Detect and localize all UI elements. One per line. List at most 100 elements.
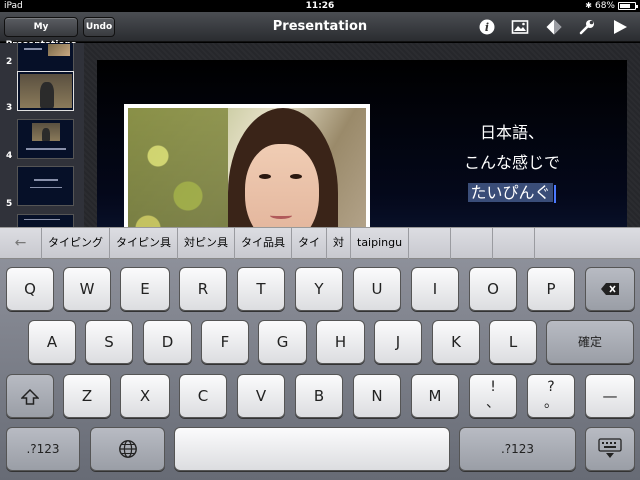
key-t[interactable]: T (237, 267, 285, 311)
candidate-slot-empty (493, 228, 536, 259)
key-q[interactable]: Q (6, 267, 54, 311)
battery-fill (620, 4, 630, 8)
slide-photo[interactable] (124, 104, 370, 227)
thumbnail-person (40, 82, 54, 108)
thumbnail-text (30, 187, 62, 188)
slide-text-line-editing: たいぴんぐ (452, 178, 572, 208)
backspace-icon (601, 283, 619, 295)
numbers-key-right[interactable]: .?123 (459, 427, 576, 471)
shapes-icon[interactable] (545, 18, 563, 36)
battery-icon (618, 2, 638, 10)
slide-number: 5 (6, 199, 13, 209)
key-n[interactable]: N (353, 374, 401, 418)
undo-button[interactable]: Undo (83, 17, 115, 37)
key-g[interactable]: G (258, 320, 307, 364)
key-v[interactable]: V (237, 374, 285, 418)
slide-thumbnail[interactable] (17, 71, 74, 111)
bluetooth-icon: ✱ (585, 1, 592, 10)
clock: 11:26 (305, 1, 335, 11)
key-o[interactable]: O (469, 267, 517, 311)
key-w[interactable]: W (63, 267, 111, 311)
document-title: Presentation (272, 19, 368, 34)
my-presentations-button[interactable]: My Presentations (4, 17, 78, 50)
key-x[interactable]: X (120, 374, 170, 418)
info-icon[interactable]: i (478, 18, 496, 36)
key-top-char: ? (547, 379, 555, 395)
key-j[interactable]: J (374, 320, 422, 364)
key-r[interactable]: R (179, 267, 227, 311)
hide-keyboard-icon (598, 438, 622, 458)
slide-number: 2 (6, 57, 13, 67)
photo-mouth (270, 212, 292, 219)
key-bottom-char: 。 (544, 395, 558, 411)
slide-number: 3 (6, 103, 13, 113)
slide-thumbnail[interactable] (17, 166, 74, 206)
photo-eye (259, 174, 271, 179)
candidate-item[interactable]: タイ (292, 228, 327, 259)
key-k[interactable]: K (432, 320, 480, 364)
dash-key[interactable]: — (585, 374, 635, 418)
play-icon[interactable] (611, 18, 629, 36)
confirm-key[interactable]: 確定 (546, 320, 634, 364)
candidate-item[interactable]: 対ピン具 (178, 228, 235, 259)
slide-number: 4 (6, 151, 13, 161)
candidate-item[interactable]: taipingu (351, 228, 410, 259)
key-b[interactable]: B (295, 374, 343, 418)
numbers-key-left[interactable]: .?123 (6, 427, 80, 471)
question-period-key[interactable]: ? 。 (527, 374, 575, 418)
key-y[interactable]: Y (295, 267, 343, 311)
candidate-item[interactable]: タイ品具 (235, 228, 292, 259)
current-slide[interactable]: 日本語、 こんな感じで たいぴんぐ (97, 60, 627, 227)
status-bar: iPad 11:26 ✱ 68% (0, 0, 640, 12)
slide-text-line: こんな感じで (463, 153, 560, 172)
slide-thumbnail[interactable] (17, 214, 74, 227)
shift-icon (20, 388, 40, 405)
key-a[interactable]: A (28, 320, 76, 364)
candidate-item[interactable]: タイピン具 (110, 228, 178, 259)
thumbnail-text (24, 219, 60, 220)
hide-keyboard-key[interactable] (585, 427, 635, 471)
thumbnail-image (48, 44, 70, 56)
photo-eye (290, 174, 302, 179)
key-l[interactable]: L (489, 320, 537, 364)
key-s[interactable]: S (85, 320, 133, 364)
thumbnail-text (24, 48, 42, 50)
candidate-item[interactable]: タイピング (42, 228, 110, 259)
shift-key[interactable] (6, 374, 54, 418)
photo-background (128, 108, 228, 227)
key-p[interactable]: P (527, 267, 575, 311)
slide-thumbnail[interactable] (17, 119, 74, 159)
battery-percent: 68% (594, 1, 615, 11)
slide-navigator: 2 3 4 5 (0, 43, 84, 227)
key-m[interactable]: M (411, 374, 459, 418)
conversion-candidates-bar: ← タイピング タイピン具 対ピン具 タイ品具 タイ 対 taipingu (0, 227, 640, 259)
key-i[interactable]: I (411, 267, 459, 311)
candidate-slot-empty (535, 228, 577, 259)
space-key[interactable] (174, 427, 450, 471)
thumbnail-text (26, 148, 66, 150)
media-icon[interactable] (511, 18, 529, 36)
wrench-icon[interactable] (578, 18, 596, 36)
slide-canvas: 日本語、 こんな感じで たいぴんぐ (84, 43, 640, 227)
exclamation-comma-key[interactable]: ! 、 (469, 374, 517, 418)
key-d[interactable]: D (143, 320, 192, 364)
toolbar: My Presentations Undo Presentation i (0, 12, 640, 50)
key-u[interactable]: U (353, 267, 401, 311)
candidates-back-arrow-icon[interactable]: ← (0, 228, 42, 259)
software-keyboard: Q W E R T Y U I O P A S D F G H J K L 確定… (0, 259, 640, 480)
key-bottom-char: 、 (486, 395, 500, 411)
key-c[interactable]: C (179, 374, 227, 418)
key-e[interactable]: E (120, 267, 170, 311)
thumbnail-person (42, 128, 50, 141)
backspace-key[interactable] (585, 267, 635, 311)
key-z[interactable]: Z (63, 374, 111, 418)
candidate-slot-empty (409, 228, 452, 259)
key-top-char: ! (490, 379, 496, 395)
candidate-item[interactable]: 対 (327, 228, 351, 259)
slide-text-box[interactable]: 日本語、 こんな感じで たいぴんぐ (452, 118, 572, 208)
text-caret (553, 184, 556, 203)
key-h[interactable]: H (316, 320, 365, 364)
candidate-slot-empty (451, 228, 494, 259)
globe-key[interactable] (90, 427, 165, 471)
key-f[interactable]: F (201, 320, 249, 364)
